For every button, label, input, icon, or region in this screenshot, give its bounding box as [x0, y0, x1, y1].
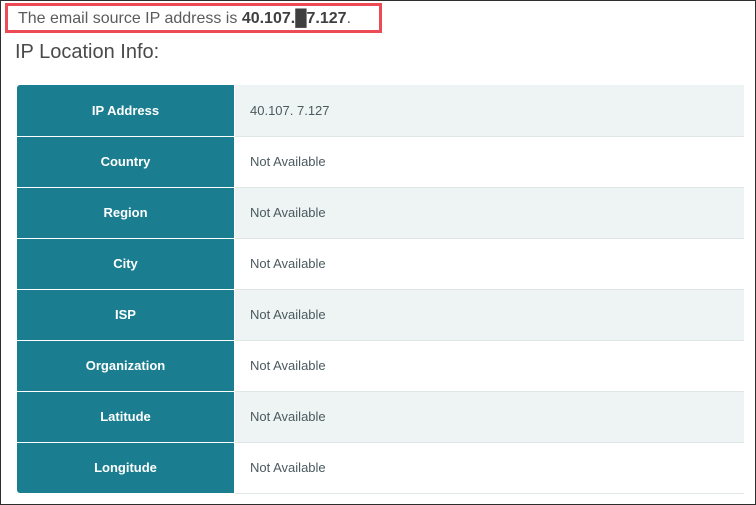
page-frame: The email source IP address is 40.107.█7… — [0, 0, 756, 505]
ip-location-title: IP Location Info: — [15, 41, 160, 63]
row-value-country: Not Available — [234, 136, 744, 188]
row-label-region: Region — [17, 187, 235, 239]
source-ip-suffix: . — [346, 10, 352, 27]
table-row-longitude: Longitude Not Available — [17, 442, 744, 494]
row-label-ip-address: IP Address — [17, 85, 235, 137]
row-label-country: Country — [17, 136, 235, 188]
source-ip-value: 40.107.█7.127 — [241, 10, 347, 27]
row-label-longitude: Longitude — [17, 442, 235, 493]
row-value-ip-address: 40.107. 7.127 — [234, 85, 744, 137]
row-value-region: Not Available — [234, 187, 744, 239]
table-row-city: City Not Available — [17, 238, 744, 290]
row-value-organization: Not Available — [234, 340, 744, 392]
table-row-region: Region Not Available — [17, 187, 744, 239]
row-label-latitude: Latitude — [17, 391, 235, 443]
table-row-latitude: Latitude Not Available — [17, 391, 744, 443]
table-row-isp: ISP Not Available — [17, 289, 744, 341]
source-ip-prefix: The email source IP address is — [18, 10, 242, 27]
row-value-longitude: Not Available — [234, 442, 744, 494]
email-source-ip-line: The email source IP address is 40.107.█7… — [5, 3, 382, 33]
row-value-latitude: Not Available — [234, 391, 744, 443]
table-row-organization: Organization Not Available — [17, 340, 744, 392]
row-value-isp: Not Available — [234, 289, 744, 341]
row-label-organization: Organization — [17, 340, 235, 392]
row-label-isp: ISP — [17, 289, 235, 341]
row-label-city: City — [17, 238, 235, 290]
table-row-country: Country Not Available — [17, 136, 744, 188]
table-row-ip-address: IP Address 40.107. 7.127 — [17, 85, 744, 137]
row-value-city: Not Available — [234, 238, 744, 290]
ip-location-table: IP Address 40.107. 7.127 Country Not Ava… — [17, 85, 744, 494]
